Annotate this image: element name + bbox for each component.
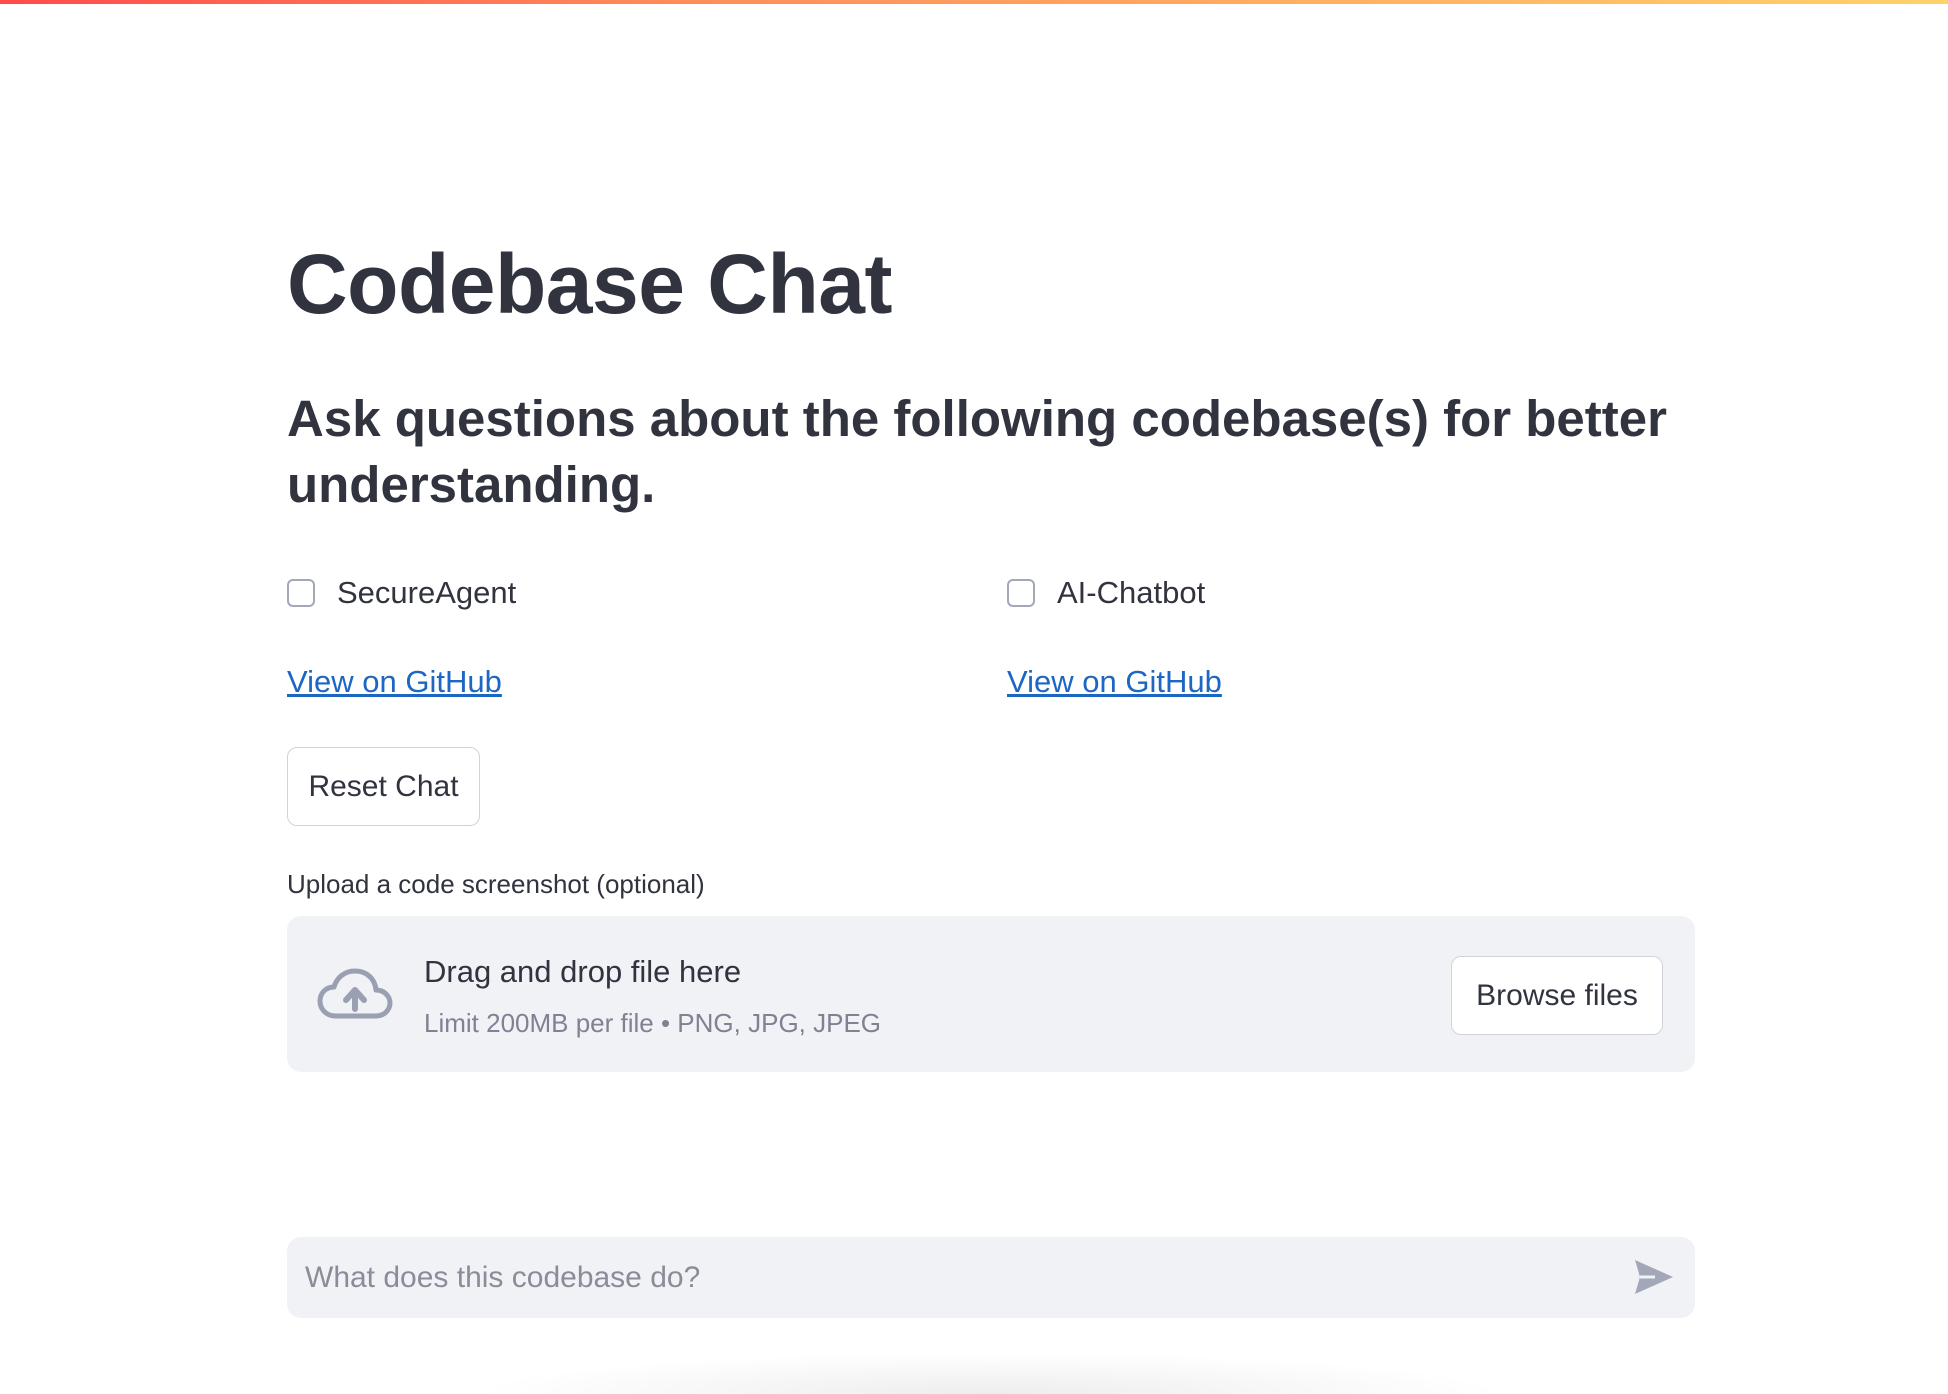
- file-dropzone[interactable]: Drag and drop file here Limit 200MB per …: [287, 916, 1695, 1072]
- repo-checkbox-row[interactable]: SecureAgent: [287, 568, 516, 618]
- upload-label: Upload a code screenshot (optional): [287, 869, 705, 899]
- page-title: Codebase Chat: [287, 237, 892, 331]
- repo-column-secureagent: SecureAgent View on GitHub: [287, 568, 516, 704]
- repo-checkbox-label[interactable]: SecureAgent: [337, 568, 516, 618]
- repo-column-ai-chatbot: AI-Chatbot View on GitHub: [1007, 568, 1222, 704]
- cloud-upload-icon: [317, 968, 393, 1019]
- page-subtitle: Ask questions about the following codeba…: [287, 390, 1667, 513]
- chat-input-container: [287, 1237, 1695, 1318]
- send-icon[interactable]: [1633, 1257, 1675, 1297]
- chat-input[interactable]: [305, 1237, 1605, 1318]
- github-link-secureagent[interactable]: View on GitHub: [287, 660, 502, 704]
- github-link-ai-chatbot[interactable]: View on GitHub: [1007, 660, 1222, 704]
- repo-checkbox-ai-chatbot[interactable]: [1007, 579, 1035, 607]
- repo-checkbox-row[interactable]: AI-Chatbot: [1007, 568, 1222, 618]
- dropzone-title: Drag and drop file here: [424, 954, 742, 989]
- repo-checkbox-label[interactable]: AI-Chatbot: [1057, 568, 1205, 618]
- bottom-shadow: [470, 1352, 1510, 1394]
- browse-files-button[interactable]: Browse files: [1451, 956, 1663, 1035]
- reset-chat-button[interactable]: Reset Chat: [287, 747, 480, 826]
- repo-checkbox-secureagent[interactable]: [287, 579, 315, 607]
- top-decoration-bar: [0, 0, 1948, 4]
- dropzone-limit-text: Limit 200MB per file • PNG, JPG, JPEG: [424, 1008, 882, 1038]
